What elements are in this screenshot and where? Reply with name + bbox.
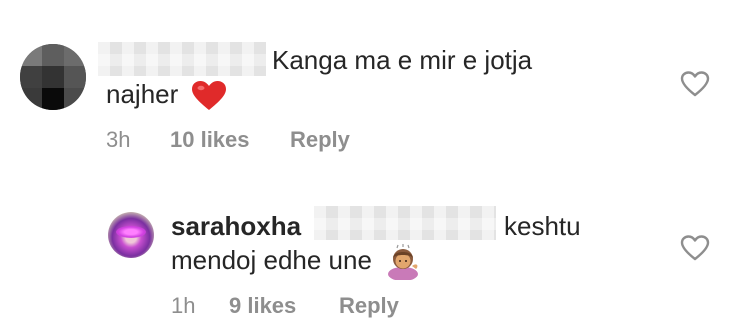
comment-text-line1-end: keshtu (504, 211, 581, 241)
redacted-username (98, 42, 266, 76)
person-tipping-hand-icon (388, 244, 419, 281)
reply-button[interactable]: Reply (290, 126, 350, 154)
red-heart-icon (191, 81, 226, 111)
comment-time: 3h (106, 127, 131, 152)
heart-outline-icon[interactable] (680, 234, 710, 262)
likes-count[interactable]: 9 likes (229, 292, 296, 320)
comment-meta: 3h 10 likes Reply (106, 126, 406, 154)
redacted-mention (314, 206, 496, 240)
comment-text-line1: sarahoxha (171, 210, 301, 242)
comment-text-line1: Kanga ma e mir e jotja (272, 45, 533, 75)
reply-button[interactable]: Reply (339, 292, 399, 320)
comment-text-line2: najher (106, 78, 226, 111)
reply-comment-item: sarahoxha keshtu mendoj edhe une 1h 9 li… (0, 190, 750, 333)
heart-outline-icon[interactable] (680, 70, 710, 98)
comment-item: Kanga ma e mir e jotja najher 3h 10 like… (0, 0, 750, 170)
comment-text-line2: mendoj edhe une (171, 244, 421, 281)
comment-meta: 1h 9 likes Reply (171, 292, 471, 320)
username[interactable]: sarahoxha (171, 211, 301, 241)
avatar[interactable] (20, 44, 86, 110)
likes-count[interactable]: 10 likes (170, 126, 250, 154)
comment-time: 1h (171, 293, 196, 318)
avatar[interactable] (108, 212, 154, 258)
